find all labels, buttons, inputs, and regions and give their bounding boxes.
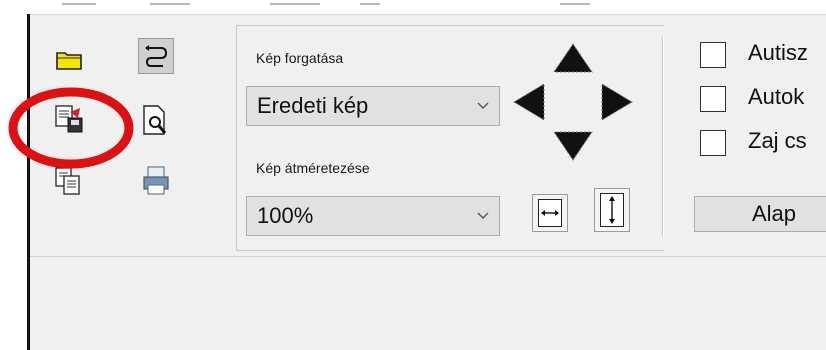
toolbar-fragment: [270, 3, 320, 5]
copy-icon[interactable]: [54, 166, 84, 196]
checkbox-label-zaj: Zaj cs: [748, 128, 807, 153]
fit-height-button[interactable]: [594, 188, 630, 232]
checkbox-label-autisz: Autisz: [748, 40, 808, 65]
toolbar-fragment: [560, 3, 590, 5]
toolbar-fragment: [62, 3, 96, 5]
chevron-down-icon: [477, 212, 489, 219]
fit-height-icon: [600, 193, 624, 227]
resize-label: Kép átméretezése: [256, 160, 370, 176]
rotation-select-value: Eredeti kép: [257, 93, 369, 118]
apply-button-clip: Alap: [694, 196, 826, 232]
checkbox-autisz[interactable]: [700, 42, 726, 68]
chevron-down-icon: [477, 102, 489, 109]
fit-width-button[interactable]: [532, 194, 568, 232]
resize-select[interactable]: 100%: [246, 196, 500, 236]
resize-select-value: 100%: [257, 203, 314, 228]
print-preview-icon[interactable]: [140, 104, 170, 135]
group-separator-highlight: [663, 37, 664, 237]
toolbar-fragment: [360, 3, 380, 5]
highlight-circle: [8, 87, 134, 169]
checkbox-zaj[interactable]: [700, 130, 726, 156]
rotation-label: Kép forgatása: [256, 50, 344, 66]
rotate-arrows-icon[interactable]: [512, 42, 634, 162]
undo-icon[interactable]: [138, 38, 174, 74]
toolbar-fragment: [150, 3, 190, 5]
fit-width-icon: [538, 199, 562, 227]
panel-bottom-edge: [30, 256, 826, 257]
print-icon[interactable]: [140, 164, 170, 195]
apply-button[interactable]: Alap: [694, 196, 826, 232]
checkbox-label-autok: Autok: [748, 84, 805, 109]
panel-top-edge: [30, 14, 826, 15]
top-toolbar-strip: [0, 0, 826, 14]
rotation-select[interactable]: Eredeti kép: [246, 86, 500, 126]
checkbox-autok[interactable]: [700, 86, 726, 112]
open-folder-icon[interactable]: [54, 44, 84, 74]
